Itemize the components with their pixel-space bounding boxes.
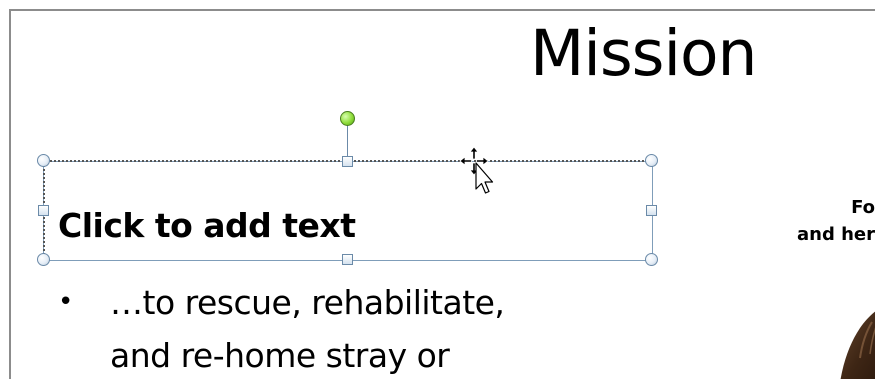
resize-handle-left[interactable] (38, 205, 49, 216)
slide-editor-canvas[interactable]: Mission Click to add text • …to rescue, … (0, 0, 875, 379)
text-box-placeholder[interactable]: Click to add text (58, 206, 356, 245)
resize-handle-bottom-left[interactable] (37, 253, 50, 266)
caption-line: Fo (851, 197, 875, 218)
photo-image[interactable] (832, 302, 875, 379)
resize-handle-top-right[interactable] (645, 154, 658, 167)
bullet-icon: • (58, 287, 74, 317)
caption-line: and her (796, 224, 875, 245)
move-cursor-icon (459, 146, 494, 194)
resize-handle-bottom[interactable] (342, 254, 353, 265)
photo-caption: Fo and her (797, 194, 875, 248)
resize-handle-top-left[interactable] (37, 154, 50, 167)
rotate-handle-stem (347, 125, 348, 157)
bullet-list[interactable]: • …to rescue, rehabilitate, and re-home … (58, 276, 505, 379)
list-item: and re-home stray or (58, 329, 504, 379)
resize-handle-right[interactable] (646, 205, 657, 216)
list-item: • …to rescue, rehabilitate, (58, 276, 505, 329)
bullet-text: …to rescue, rehabilitate, (110, 283, 505, 322)
bullet-text: and re-home stray or (110, 336, 450, 375)
rotate-handle-icon[interactable] (340, 111, 355, 126)
slide-title[interactable]: Mission (530, 22, 757, 85)
resize-handle-bottom-right[interactable] (645, 253, 658, 266)
resize-handle-top[interactable] (342, 156, 353, 167)
